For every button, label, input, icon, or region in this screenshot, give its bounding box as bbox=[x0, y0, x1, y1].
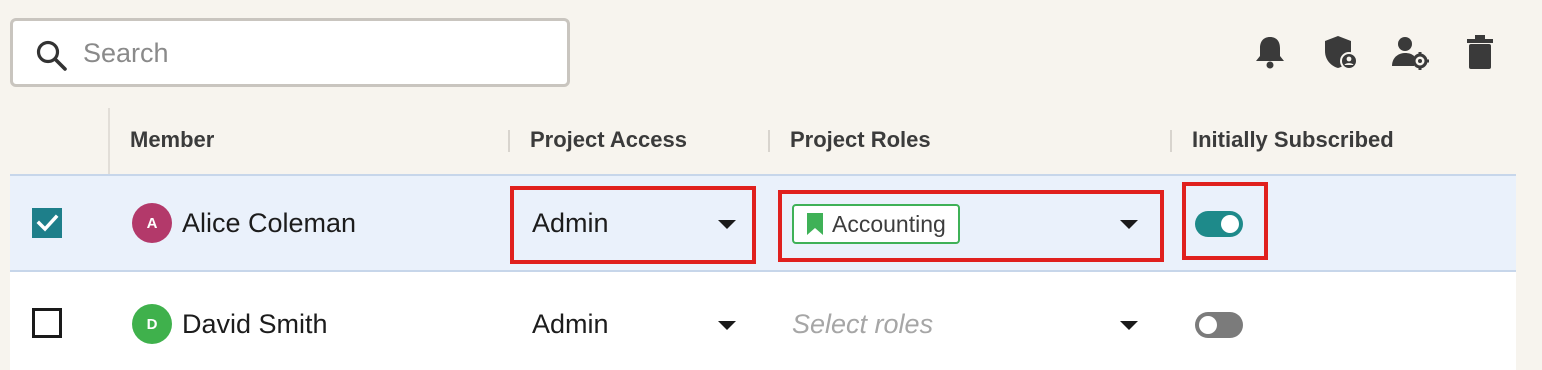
header-initially-subscribed[interactable]: Initially Subscribed bbox=[1192, 127, 1394, 153]
member-name: David Smith bbox=[182, 309, 328, 339]
chevron-down-icon[interactable] bbox=[718, 220, 736, 229]
check-icon bbox=[36, 214, 59, 232]
avatar: D bbox=[132, 304, 172, 344]
bell-icon[interactable] bbox=[1250, 32, 1290, 72]
header-separator bbox=[768, 130, 770, 152]
trash-icon[interactable] bbox=[1460, 32, 1500, 72]
chevron-down-icon[interactable] bbox=[1120, 220, 1138, 229]
role-tag-label: Accounting bbox=[832, 210, 946, 237]
search-input[interactable] bbox=[83, 35, 553, 71]
role-tag[interactable]: Accounting bbox=[792, 204, 960, 244]
header-project-roles[interactable]: Project Roles bbox=[790, 127, 931, 153]
search-box[interactable] bbox=[10, 18, 570, 87]
table-row: D David Smith Admin Select roles bbox=[10, 272, 1516, 370]
toggle-knob bbox=[1199, 316, 1217, 334]
user-settings-icon[interactable] bbox=[1390, 32, 1430, 72]
bookmark-icon bbox=[807, 213, 823, 235]
subscribed-toggle[interactable] bbox=[1195, 312, 1243, 338]
header-separator bbox=[508, 130, 510, 152]
members-table: Member Project Access Project Roles Init… bbox=[10, 108, 1516, 370]
access-select-value[interactable]: Admin bbox=[532, 309, 609, 340]
row-select-checkbox[interactable] bbox=[32, 208, 62, 238]
member-name: Alice Coleman bbox=[182, 208, 357, 238]
row-select-checkbox[interactable] bbox=[32, 308, 62, 338]
subscribed-toggle[interactable] bbox=[1195, 211, 1243, 237]
roles-select-placeholder[interactable]: Select roles bbox=[792, 309, 933, 340]
toggle-knob bbox=[1221, 215, 1239, 233]
header-separator bbox=[1170, 130, 1172, 152]
search-icon bbox=[36, 40, 67, 71]
table-header: Member Project Access Project Roles Init… bbox=[10, 108, 1516, 174]
header-project-access[interactable]: Project Access bbox=[530, 127, 687, 153]
chevron-down-icon[interactable] bbox=[1120, 321, 1138, 330]
shield-user-icon[interactable] bbox=[1320, 32, 1360, 72]
chevron-down-icon[interactable] bbox=[718, 321, 736, 330]
access-select-value[interactable]: Admin bbox=[532, 208, 609, 239]
header-member[interactable]: Member bbox=[130, 127, 214, 153]
avatar: A bbox=[132, 203, 172, 243]
table-row: A Alice Coleman Admin Accounting bbox=[10, 174, 1516, 272]
